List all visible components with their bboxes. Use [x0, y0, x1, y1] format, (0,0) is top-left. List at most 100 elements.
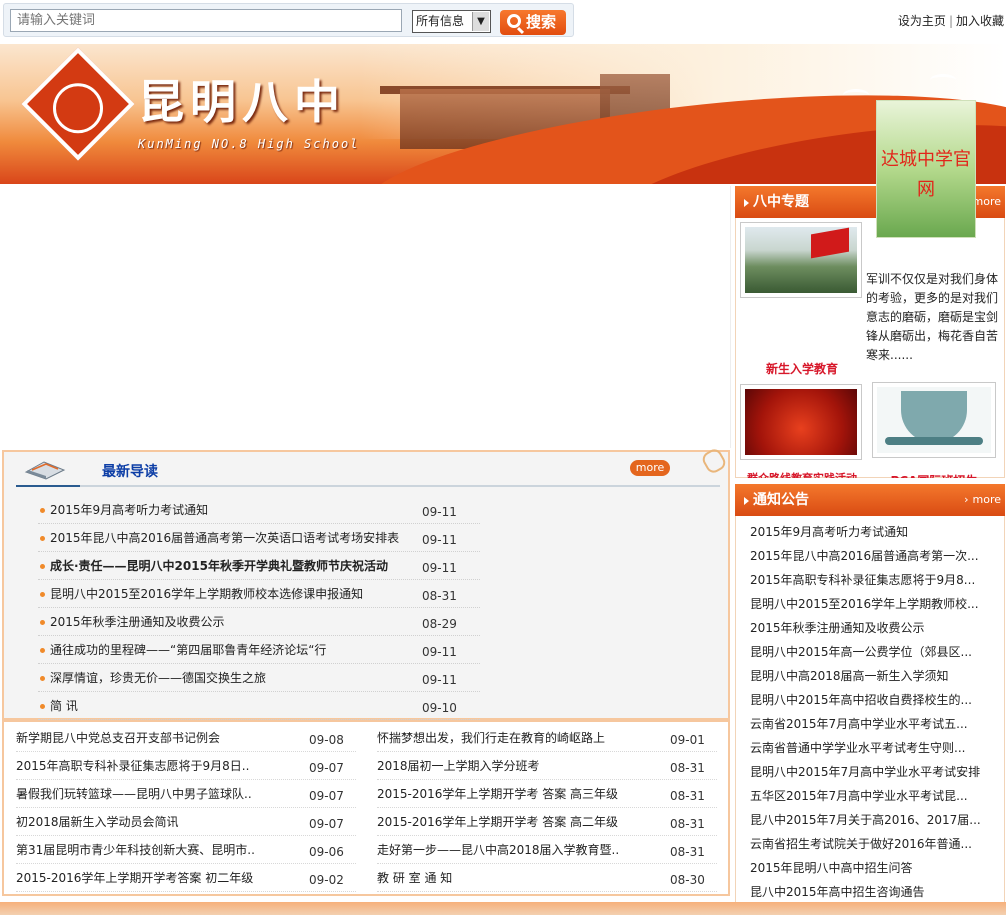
topic-label-pca[interactable]: PCA国际班招生	[872, 472, 996, 478]
news-item-title[interactable]: 2015-2016学年上学期开学考 答案 高三年级	[377, 787, 618, 801]
pca-shield-image	[877, 387, 991, 453]
guide-item[interactable]: 2015年9月高考听力考试通知 09-11	[38, 496, 480, 524]
news-item[interactable]: 2015年高职专科补录征集志愿将于9月8日.. 09-07	[16, 752, 356, 780]
news-item[interactable]: 第31届昆明市青少年科技创新大赛、昆明市.. 09-06	[16, 836, 356, 864]
news-item-date: 09-06	[309, 845, 344, 859]
news-item-title[interactable]: 2018届初一上学期入学分班考	[377, 759, 540, 773]
set-homepage-link[interactable]: 设为主页	[898, 14, 946, 28]
link-separator: |	[948, 14, 953, 28]
news-item-title[interactable]: 新学期昆八中党总支召开支部书记例会	[16, 731, 220, 745]
guide-item[interactable]: 2015年昆八中高2016届普通高考第一次英语口语考试考场安排表 09-11	[38, 524, 480, 552]
topic-card-freshman[interactable]	[740, 222, 862, 298]
notice-item[interactable]: 云南省2015年7月高中学业水平考试五...	[736, 712, 1004, 736]
notice-item[interactable]: 2015年昆明八中高中招生问答	[736, 856, 1004, 880]
guide-item-title[interactable]: 简 讯	[50, 699, 78, 713]
news-item[interactable]: 新学期昆八中党总支召开支部书记例会 09-08	[16, 724, 356, 752]
search-bar: 所有信息 ▼ 搜索	[3, 3, 574, 37]
topic-card-pca[interactable]	[872, 382, 996, 458]
guide-divider-accent	[16, 485, 80, 487]
notice-item[interactable]: 云南省普通中学学业水平考试考生守则...	[736, 736, 1004, 760]
arrow-right-icon	[744, 199, 749, 207]
notice-item[interactable]: 云南省招生考试院关于做好2016年普通...	[736, 832, 1004, 856]
news-item-title[interactable]: 第31届昆明市青少年科技创新大赛、昆明市..	[16, 843, 255, 857]
book-icon	[24, 461, 66, 480]
floating-ad[interactable]: 达城中学官网	[876, 100, 976, 238]
guide-title: 最新导读	[102, 464, 158, 480]
search-button[interactable]: 搜索	[500, 10, 566, 35]
guide-item-title[interactable]: 成长·责任——昆明八中2015年秋季开学典礼暨教师节庆祝活动	[50, 559, 388, 573]
news-item-title[interactable]: 怀揣梦想出发，我们行走在教育的崎岖路上	[377, 731, 605, 745]
notice-item[interactable]: 昆明八中2015年7月高中学业水平考试安排	[736, 760, 1004, 784]
news-item[interactable]: 2015-2016学年上学期开学考 答案 高三年级 08-31	[377, 780, 717, 808]
notices-more-link[interactable]: more	[964, 484, 1002, 516]
military-training-photo	[745, 227, 857, 293]
news-item[interactable]: 走好第一步——昆八中高2018届入学教育暨.. 08-31	[377, 836, 717, 864]
news-item[interactable]: 教 研 室 通 知 08-30	[377, 864, 717, 892]
guide-item-date: 08-29	[422, 617, 457, 631]
search-input[interactable]	[10, 9, 402, 32]
news-item-date: 09-08	[309, 733, 344, 747]
notice-item[interactable]: 2015年昆八中高2016届普通高考第一次...	[736, 544, 1004, 568]
news-list-right: 怀揣梦想出发，我们行走在教育的崎岖路上 09-01 2018届初一上学期入学分班考 0…	[377, 724, 717, 892]
guide-item-title[interactable]: 2015年昆八中高2016届普通高考第一次英语口语考试考场安排表	[50, 531, 399, 545]
guide-more-button[interactable]: more	[630, 460, 670, 476]
top-links: 设为主页 | 加入收藏	[898, 12, 1004, 29]
notice-item[interactable]: 2015年高职专科补录征集志愿将于9月8...	[736, 568, 1004, 592]
news-item[interactable]: 怀揣梦想出发，我们行走在教育的崎岖路上 09-01	[377, 724, 717, 752]
guide-item[interactable]: 简 讯 09-10	[38, 692, 480, 720]
news-item-title[interactable]: 初2018届新生入学动员会简讯	[16, 815, 179, 829]
guide-item-date: 08-31	[422, 589, 457, 603]
school-logo[interactable]	[21, 47, 135, 161]
news-item-date: 09-01	[670, 733, 705, 747]
news-item-title[interactable]: 走好第一步——昆八中高2018届入学教育暨..	[377, 843, 619, 857]
guide-item[interactable]: 通往成功的里程碑——“第四届耶鲁青年经济论坛“行 09-11	[38, 636, 480, 664]
guide-item-date: 09-10	[422, 701, 457, 715]
news-item[interactable]: 2018届初一上学期入学分班考 08-31	[377, 752, 717, 780]
news-item[interactable]: 暑假我们玩转篮球——昆明八中男子篮球队.. 09-07	[16, 780, 356, 808]
guide-item-title[interactable]: 昆明八中2015至2016学年上学期教师校本选修课申报通知	[50, 587, 363, 601]
footer-strip	[0, 902, 1006, 915]
notice-item[interactable]: 昆明八中2015年高中招收自费择校生的...	[736, 688, 1004, 712]
topic-description: 军训不仅仅是对我们身体的考验，更多的是对我们意志的磨砺，磨砺是宝剑锋从磨砺出，梅…	[866, 272, 999, 362]
guide-item[interactable]: 2015年秋季注册通知及收费公示 08-29	[38, 608, 480, 636]
notice-item[interactable]: 五华区2015年7月高中学业水平考试昆...	[736, 784, 1004, 808]
guide-item-title[interactable]: 深厚情谊，珍贵无价——德国交换生之旅	[50, 671, 266, 685]
notice-item[interactable]: 昆明八中2015年高一公费学位（郊县区...	[736, 640, 1004, 664]
notices-list: 2015年9月高考听力考试通知 2015年昆八中高2016届普通高考第一次... 2…	[735, 516, 1005, 915]
news-item[interactable]: 2015-2016学年上学期开学考 答案 高二年级 08-31	[377, 808, 717, 836]
notice-item[interactable]: 昆明八中2015至2016学年上学期教师校...	[736, 592, 1004, 616]
dove-icon	[843, 89, 869, 101]
news-item-title[interactable]: 2015年高职专科补录征集志愿将于9月8日..	[16, 759, 249, 773]
topic-label-freshman[interactable]: 新生入学教育	[740, 360, 864, 377]
add-favorite-link[interactable]: 加入收藏	[956, 14, 1004, 28]
news-item[interactable]: 初2018届新生入学动员会简讯 09-07	[16, 808, 356, 836]
topic-label-mass-line[interactable]: 群众路线教育实践活动	[740, 470, 864, 478]
guide-item-title[interactable]: 2015年秋季注册通知及收费公示	[50, 615, 225, 629]
news-item-title[interactable]: 2015-2016学年上学期开学考 答案 高二年级	[377, 815, 618, 829]
notice-item[interactable]: 昆八中2015年7月关于高2016、2017届...	[736, 808, 1004, 832]
guide-item[interactable]: 深厚情谊，珍贵无价——德国交换生之旅 09-11	[38, 664, 480, 692]
news-list-left: 新学期昆八中党总支召开支部书记例会 09-08 2015年高职专科补录征集志愿将于9…	[16, 724, 356, 892]
guide-item-date: 09-11	[422, 645, 457, 659]
guide-item-title[interactable]: 通往成功的里程碑——“第四届耶鲁青年经济论坛“行	[50, 643, 326, 657]
notice-item[interactable]: 昆明八中高2018届高一新生入学须知	[736, 664, 1004, 688]
news-item-title[interactable]: 暑假我们玩转篮球——昆明八中男子篮球队..	[16, 787, 252, 801]
news-item-date: 08-31	[670, 817, 705, 831]
right-column: 八中专题 more 新生入学教育 军训不仅仅是对我们身体的考验，更多的是对我们意…	[735, 186, 1005, 915]
news-item-title[interactable]: 教 研 室 通 知	[377, 871, 452, 885]
notices-header: 通知公告 more	[735, 484, 1005, 516]
news-item-date: 08-31	[670, 789, 705, 803]
guide-item-title[interactable]: 2015年9月高考听力考试通知	[50, 503, 208, 517]
topic-card-mass-line[interactable]	[740, 384, 862, 460]
notice-item[interactable]: 2015年秋季注册通知及收费公示	[736, 616, 1004, 640]
news-item-title[interactable]: 2015-2016学年上学期开学考答案 初二年级	[16, 871, 253, 885]
notice-item[interactable]: 2015年9月高考听力考试通知	[736, 520, 1004, 544]
arrow-right-icon	[744, 497, 749, 505]
guide-item[interactable]: 成长·责任——昆明八中2015年秋季开学典礼暨教师节庆祝活动 09-11	[38, 552, 480, 580]
news-item[interactable]: 2015-2016学年上学期开学考答案 初二年级 09-02	[16, 864, 356, 892]
guide-item[interactable]: 昆明八中2015至2016学年上学期教师校本选修课申报通知 08-31	[38, 580, 480, 608]
search-scope-value: 所有信息	[416, 14, 465, 28]
notice-item[interactable]: 昆八中2015年高中招生咨询通告	[736, 880, 1004, 904]
slideshow-area[interactable]	[1, 186, 731, 448]
search-scope-select[interactable]: 所有信息 ▼	[412, 10, 491, 33]
